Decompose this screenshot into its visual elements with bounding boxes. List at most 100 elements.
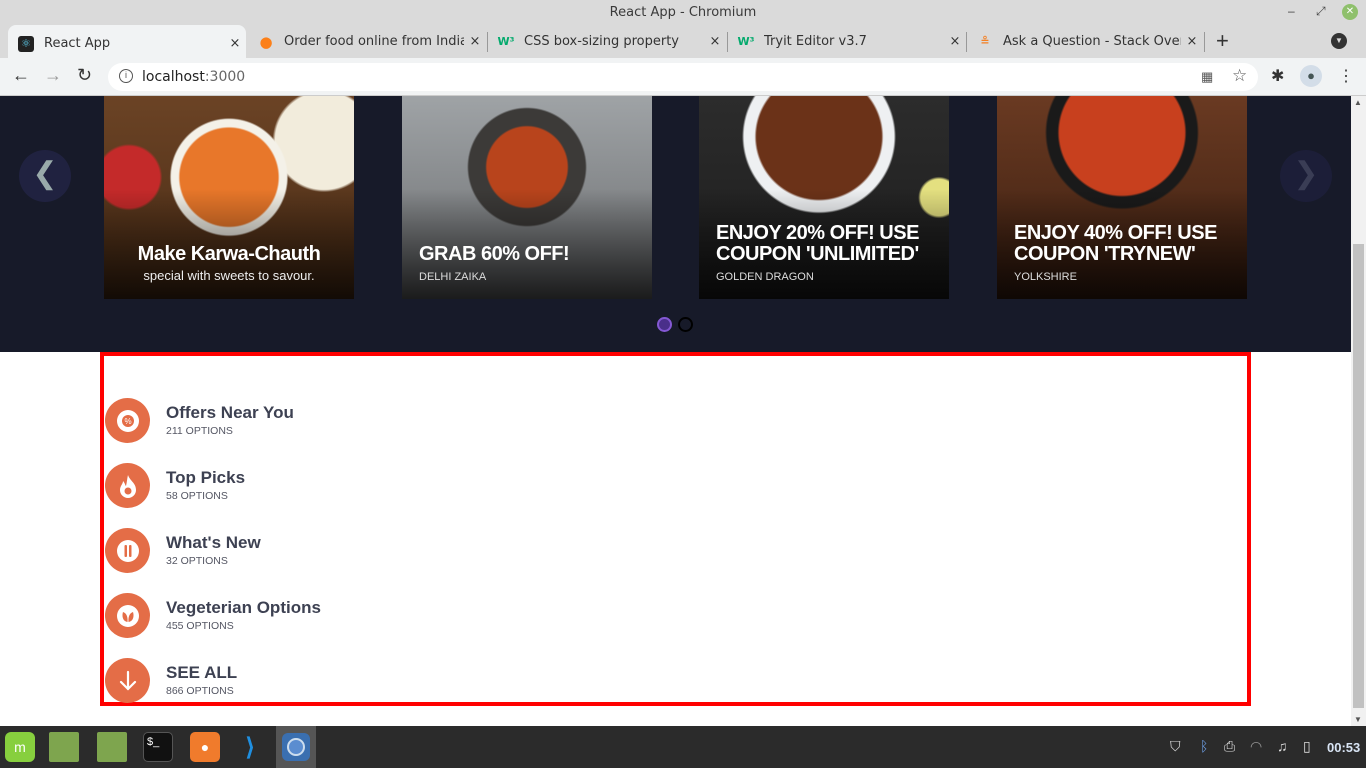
carousel-pagination	[657, 317, 693, 332]
scroll-up-icon[interactable]: ▲	[1354, 98, 1362, 107]
category-count: 58 OPTIONS	[166, 490, 228, 502]
card-subtitle: DELHI ZAIKA	[419, 271, 487, 283]
categories-section: % Offers Near You 211 OPTIONS Top Picks …	[100, 352, 1251, 706]
profile-avatar-icon[interactable]: ●	[1300, 65, 1322, 87]
category-count: 211 OPTIONS	[166, 425, 233, 437]
category-name: Top Picks	[166, 468, 246, 487]
carousel-card[interactable]: ENJOY 40% OFF! USE COUPON 'TRYNEW' YOLKS…	[997, 96, 1247, 299]
back-icon[interactable]: ←	[12, 65, 30, 86]
tab-title: Ask a Question - Stack Overflo	[1003, 34, 1181, 49]
vscode-icon[interactable]: ⟩	[235, 732, 265, 762]
scrollbar-thumb[interactable]	[1353, 244, 1364, 708]
cutlery-icon	[105, 528, 150, 573]
minimize-button[interactable]: –	[1288, 4, 1295, 18]
firefox-icon[interactable]: ●	[190, 732, 220, 762]
card-headline: Make Karwa-Chauth	[137, 243, 321, 265]
url-text[interactable]: localhost:3000	[142, 69, 245, 85]
leaf-icon	[105, 593, 150, 638]
qr-code-icon[interactable]: ▦	[1201, 69, 1213, 85]
category-name: Offers Near You	[166, 403, 294, 422]
close-tab-icon[interactable]: ×	[944, 34, 966, 49]
category-offers-near-you[interactable]: % Offers Near You 211 OPTIONS	[105, 398, 505, 448]
carousel-card[interactable]: GRAB 60% OFF! DELHI ZAIKA	[402, 96, 652, 299]
carousel-dot-1[interactable]	[657, 317, 672, 332]
site-info-icon[interactable]: i	[119, 69, 133, 83]
close-tab-icon[interactable]: ×	[1181, 34, 1203, 49]
carousel-dot-2[interactable]	[678, 317, 693, 332]
close-tab-icon[interactable]: ×	[704, 34, 726, 49]
tab-stack-overflow[interactable]: ≗ Ask a Question - Stack Overflo ×	[967, 25, 1203, 58]
carousel-card[interactable]: Make Karwa-Chauth special with sweets to…	[104, 96, 354, 299]
tab-tryit-editor[interactable]: W³ Tryit Editor v3.7 ×	[728, 25, 966, 58]
bluetooth-icon[interactable]: ᛒ	[1200, 738, 1208, 754]
offer-badge-icon: %	[105, 398, 150, 443]
address-bar[interactable]: i localhost:3000 ▦ ☆	[108, 63, 1258, 91]
offers-carousel: ❮ Make Karwa-Chauth special with sweets …	[0, 96, 1351, 352]
category-name: What's New	[166, 533, 261, 552]
card-headline: ENJOY 20% OFF! USE COUPON 'UNLIMITED'	[716, 222, 919, 265]
tab-title: React App	[44, 36, 111, 51]
files-icon[interactable]	[49, 732, 79, 762]
reload-icon[interactable]: ↻	[77, 65, 92, 86]
bookmark-star-icon[interactable]: ☆	[1232, 66, 1247, 86]
svg-text:%: %	[124, 417, 131, 426]
card-subtitle: YOLKSHIRE	[1014, 271, 1077, 283]
category-count: 32 OPTIONS	[166, 555, 228, 567]
printer-icon[interactable]: ⎙	[1224, 738, 1235, 755]
flame-icon	[105, 463, 150, 508]
terminal-icon[interactable]: $_	[143, 732, 173, 762]
tab-title: CSS box-sizing property	[524, 34, 679, 49]
arrow-down-icon	[105, 658, 150, 703]
w3schools-icon: W³	[737, 35, 755, 48]
category-name: Vegeterian Options	[166, 598, 321, 617]
close-tab-icon[interactable]: ×	[224, 36, 246, 51]
category-top-picks[interactable]: Top Picks 58 OPTIONS	[105, 463, 505, 513]
tab-react-app[interactable]: ⚛ React App ×	[8, 25, 246, 62]
page-content: ❮ Make Karwa-Chauth special with sweets …	[0, 96, 1351, 726]
window-title: React App - Chromium	[609, 5, 757, 20]
w3schools-icon: W³	[497, 35, 515, 48]
tab-css-box-sizing[interactable]: W³ CSS box-sizing property ×	[488, 25, 726, 58]
extensions-puzzle-icon[interactable]: ✱	[1271, 66, 1284, 86]
tab-swiggy[interactable]: ● Order food online from India's ×	[248, 25, 486, 58]
card-subtitle: GOLDEN DRAGON	[716, 271, 814, 283]
tab-search-icon[interactable]: ▼	[1331, 33, 1347, 49]
mint-menu-icon[interactable]: m	[5, 732, 35, 762]
carousel-next-button[interactable]: ❯	[1280, 150, 1332, 202]
close-window-button[interactable]: ✕	[1342, 4, 1358, 20]
browser-toolbar: ← → ↻ i localhost:3000 ▦ ☆ ✱ ● ⋮	[0, 58, 1366, 96]
category-see-all[interactable]: SEE ALL 866 OPTIONS	[105, 658, 505, 708]
category-vegetarian-options[interactable]: Vegeterian Options 455 OPTIONS	[105, 593, 505, 643]
battery-icon[interactable]: ▯	[1303, 738, 1311, 755]
browser-titlebar: React App - Chromium – ⤢ ✕ ⚛ React App ×…	[0, 0, 1366, 62]
carousel-prev-button[interactable]: ❮	[19, 150, 71, 202]
swiggy-icon: ●	[259, 32, 273, 51]
close-tab-icon[interactable]: ×	[464, 34, 486, 49]
stackoverflow-icon: ≗	[980, 35, 990, 48]
new-tab-button[interactable]: +	[1216, 28, 1229, 54]
os-taskbar: m $_ ● ⟩ ⛉ ᛒ ⎙ ◠ ♫ ▯ 00:53	[0, 726, 1366, 768]
carousel-card[interactable]: ENJOY 20% OFF! USE COUPON 'UNLIMITED' GO…	[699, 96, 949, 299]
page-scrollbar[interactable]: ▲ ▼	[1351, 96, 1366, 726]
tab-title: Order food online from India's	[284, 34, 464, 49]
sound-icon[interactable]: ♫	[1277, 738, 1288, 754]
category-count: 866 OPTIONS	[166, 685, 234, 697]
shield-update-icon[interactable]: ⛉	[1170, 738, 1181, 755]
menu-kebab-icon[interactable]: ⋮	[1338, 66, 1354, 86]
tab-title: Tryit Editor v3.7	[764, 34, 867, 49]
category-whats-new[interactable]: What's New 32 OPTIONS	[105, 528, 505, 578]
react-icon: ⚛	[18, 35, 34, 52]
maximize-button[interactable]: ⤢	[1316, 4, 1326, 19]
wifi-icon[interactable]: ◠	[1250, 738, 1262, 755]
folder-icon[interactable]	[97, 732, 127, 762]
chromium-taskbar-icon[interactable]	[276, 726, 316, 768]
category-name: SEE ALL	[166, 663, 238, 682]
category-count: 455 OPTIONS	[166, 620, 234, 632]
tab-separator	[1204, 32, 1205, 52]
scroll-down-icon[interactable]: ▼	[1354, 715, 1362, 724]
card-subtitle: special with sweets to savour.	[143, 268, 315, 283]
card-headline: GRAB 60% OFF!	[419, 243, 570, 265]
card-headline: ENJOY 40% OFF! USE COUPON 'TRYNEW'	[1014, 222, 1217, 265]
forward-icon[interactable]: →	[44, 65, 62, 86]
clock[interactable]: 00:53	[1327, 740, 1360, 755]
